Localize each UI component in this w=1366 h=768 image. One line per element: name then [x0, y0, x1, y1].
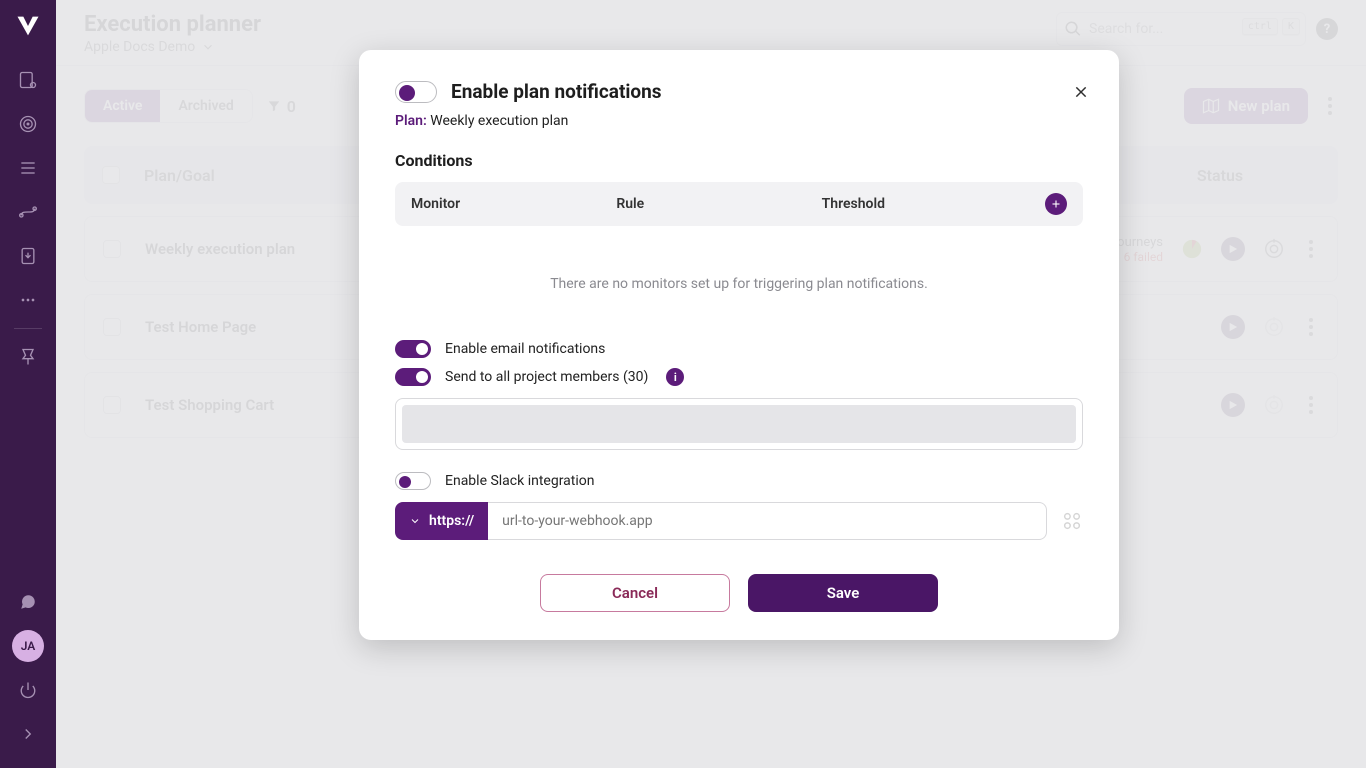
- nav-pin[interactable]: [10, 339, 46, 375]
- col-threshold: Threshold: [822, 196, 1027, 212]
- user-avatar[interactable]: JA: [12, 630, 44, 662]
- enable-slack-toggle[interactable]: [395, 472, 431, 490]
- notifications-modal: Enable plan notifications Plan: Weekly e…: [359, 50, 1119, 640]
- enable-notifications-toggle[interactable]: [395, 81, 437, 103]
- col-monitor: Monitor: [411, 196, 616, 212]
- send-all-members-toggle[interactable]: [395, 368, 431, 386]
- cancel-button[interactable]: Cancel: [540, 574, 730, 612]
- col-rule: Rule: [616, 196, 821, 212]
- conditions-header: Monitor Rule Threshold: [395, 182, 1083, 226]
- conditions-empty: There are no monitors set up for trigger…: [395, 226, 1083, 340]
- webhook-url-input[interactable]: [488, 502, 1047, 540]
- nav-item-4[interactable]: [10, 194, 46, 230]
- slack-icon: [1061, 510, 1083, 532]
- logo-icon[interactable]: [14, 12, 42, 40]
- info-icon[interactable]: i: [666, 368, 684, 386]
- add-condition-button[interactable]: [1045, 193, 1067, 215]
- expand-icon[interactable]: [10, 716, 46, 752]
- nav-more[interactable]: [10, 282, 46, 318]
- nav-item-3[interactable]: [10, 150, 46, 186]
- plan-line: Plan: Weekly execution plan: [395, 113, 1083, 129]
- members-label: Send to all project members (30): [445, 369, 648, 385]
- recipients-input-disabled: [395, 398, 1083, 450]
- chevron-down-icon: [409, 515, 421, 527]
- sidebar: JA: [0, 0, 56, 768]
- modal-title: Enable plan notifications: [451, 80, 662, 103]
- nav-item-5[interactable]: [10, 238, 46, 274]
- nav-item-1[interactable]: [10, 62, 46, 98]
- email-label: Enable email notifications: [445, 341, 605, 357]
- slack-label: Enable Slack integration: [445, 473, 594, 489]
- conditions-heading: Conditions: [395, 151, 1083, 170]
- url-protocol-select[interactable]: https://: [395, 502, 488, 540]
- enable-email-toggle[interactable]: [395, 340, 431, 358]
- chat-icon[interactable]: [10, 584, 46, 620]
- power-icon[interactable]: [10, 672, 46, 708]
- save-button[interactable]: Save: [748, 574, 938, 612]
- close-icon[interactable]: [1069, 80, 1093, 104]
- sidebar-separator: [14, 328, 42, 329]
- nav-item-2[interactable]: [10, 106, 46, 142]
